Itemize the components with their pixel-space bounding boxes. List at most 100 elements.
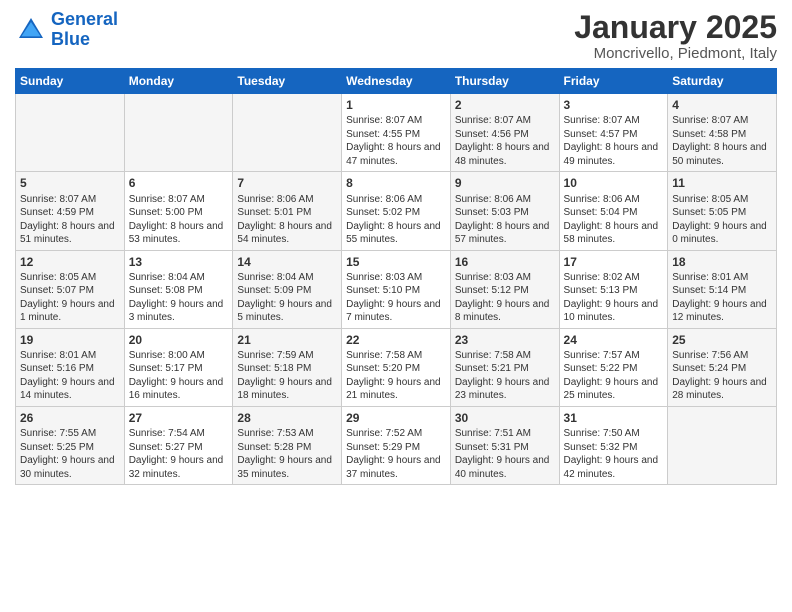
day-info: Sunrise: 8:04 AMSunset: 5:09 PMDaylight:…	[237, 271, 337, 325]
calendar-cell: 23Sunrise: 7:58 AMSunset: 5:21 PMDayligh…	[450, 328, 559, 406]
title-area: January 2025 Moncrivello, Piedmont, Ital…	[574, 10, 777, 62]
day-number: 31	[564, 410, 664, 426]
day-info: Sunrise: 8:07 AMSunset: 4:58 PMDaylight:…	[672, 114, 772, 168]
calendar-week-4: 19Sunrise: 8:01 AMSunset: 5:16 PMDayligh…	[16, 328, 777, 406]
calendar-cell: 18Sunrise: 8:01 AMSunset: 5:14 PMDayligh…	[668, 250, 777, 328]
day-number: 24	[564, 332, 664, 348]
day-number: 17	[564, 254, 664, 270]
day-info: Sunrise: 8:01 AMSunset: 5:14 PMDaylight:…	[672, 271, 772, 325]
calendar-cell: 16Sunrise: 8:03 AMSunset: 5:12 PMDayligh…	[450, 250, 559, 328]
day-number: 28	[237, 410, 337, 426]
day-number: 23	[455, 332, 555, 348]
weekday-header-monday: Monday	[124, 69, 233, 94]
calendar-cell: 2Sunrise: 8:07 AMSunset: 4:56 PMDaylight…	[450, 94, 559, 172]
calendar-week-3: 12Sunrise: 8:05 AMSunset: 5:07 PMDayligh…	[16, 250, 777, 328]
calendar-cell: 12Sunrise: 8:05 AMSunset: 5:07 PMDayligh…	[16, 250, 125, 328]
calendar-cell: 1Sunrise: 8:07 AMSunset: 4:55 PMDaylight…	[342, 94, 451, 172]
day-number: 10	[564, 175, 664, 191]
calendar-cell: 6 Sunrise: 8:07 AMSunset: 5:00 PMDaylight…	[124, 172, 233, 250]
calendar-cell: 14Sunrise: 8:04 AMSunset: 5:09 PMDayligh…	[233, 250, 342, 328]
calendar-cell: 15Sunrise: 8:03 AMSunset: 5:10 PMDayligh…	[342, 250, 451, 328]
calendar-cell: 31Sunrise: 7:50 AMSunset: 5:32 PMDayligh…	[559, 406, 668, 484]
main-title: January 2025	[574, 10, 777, 45]
day-number: 14	[237, 254, 337, 270]
day-info: Sunrise: 7:58 AMSunset: 5:21 PMDaylight:…	[455, 349, 555, 403]
day-number: 2	[455, 97, 555, 113]
logo-text: General Blue	[51, 10, 118, 50]
calendar-cell: 27Sunrise: 7:54 AMSunset: 5:27 PMDayligh…	[124, 406, 233, 484]
day-info: Sunrise: 8:02 AMSunset: 5:13 PMDaylight:…	[564, 271, 664, 325]
calendar-cell: 10Sunrise: 8:06 AMSunset: 5:04 PMDayligh…	[559, 172, 668, 250]
day-info: Sunrise: 8:07 AMSunset: 4:59 PMDaylight:…	[20, 193, 120, 247]
day-number: 9	[455, 175, 555, 191]
day-number: 30	[455, 410, 555, 426]
calendar-cell: 8 Sunrise: 8:06 AMSunset: 5:02 PMDaylight…	[342, 172, 451, 250]
day-info: Sunrise: 8:07 AMSunset: 5:00 PMDaylight:…	[129, 193, 229, 247]
day-number: 20	[129, 332, 229, 348]
logo: General Blue	[15, 10, 118, 50]
day-number: 27	[129, 410, 229, 426]
day-number: 5	[20, 175, 120, 191]
calendar-week-1: 1Sunrise: 8:07 AMSunset: 4:55 PMDaylight…	[16, 94, 777, 172]
weekday-header-saturday: Saturday	[668, 69, 777, 94]
day-number: 29	[346, 410, 446, 426]
weekday-header-row: SundayMondayTuesdayWednesdayThursdayFrid…	[16, 69, 777, 94]
day-number: 15	[346, 254, 446, 270]
day-number: 4	[672, 97, 772, 113]
day-info: Sunrise: 7:53 AMSunset: 5:28 PMDaylight:…	[237, 427, 337, 481]
weekday-header-sunday: Sunday	[16, 69, 125, 94]
calendar-cell: 19Sunrise: 8:01 AMSunset: 5:16 PMDayligh…	[16, 328, 125, 406]
calendar-cell: 30Sunrise: 7:51 AMSunset: 5:31 PMDayligh…	[450, 406, 559, 484]
day-info: Sunrise: 8:03 AMSunset: 5:12 PMDaylight:…	[455, 271, 555, 325]
weekday-header-wednesday: Wednesday	[342, 69, 451, 94]
calendar-cell	[233, 94, 342, 172]
day-info: Sunrise: 7:51 AMSunset: 5:31 PMDaylight:…	[455, 427, 555, 481]
logo-icon	[15, 14, 47, 46]
calendar-cell: 9Sunrise: 8:06 AMSunset: 5:03 PMDaylight…	[450, 172, 559, 250]
day-number: 11	[672, 175, 772, 191]
day-number: 21	[237, 332, 337, 348]
day-info: Sunrise: 8:04 AMSunset: 5:08 PMDaylight:…	[129, 271, 229, 325]
calendar-week-5: 26Sunrise: 7:55 AMSunset: 5:25 PMDayligh…	[16, 406, 777, 484]
day-number: 18	[672, 254, 772, 270]
day-number: 13	[129, 254, 229, 270]
day-number: 19	[20, 332, 120, 348]
day-number: 1	[346, 97, 446, 113]
calendar-cell: 25Sunrise: 7:56 AMSunset: 5:24 PMDayligh…	[668, 328, 777, 406]
day-number: 8	[346, 175, 446, 191]
calendar-cell: 11 Sunrise: 8:05 AMSunset: 5:05 PMDayligh…	[668, 172, 777, 250]
day-info: Sunrise: 8:06 AMSunset: 5:02 PMDaylight:…	[346, 193, 446, 247]
calendar-cell: 20Sunrise: 8:00 AMSunset: 5:17 PMDayligh…	[124, 328, 233, 406]
page-container: General Blue January 2025 Moncrivello, P…	[0, 0, 792, 490]
day-info: Sunrise: 7:57 AMSunset: 5:22 PMDaylight:…	[564, 349, 664, 403]
day-info: Sunrise: 8:07 AMSunset: 4:55 PMDaylight:…	[346, 114, 446, 168]
logo-line1: General	[51, 9, 118, 29]
calendar-cell: 5 Sunrise: 8:07 AMSunset: 4:59 PMDaylight…	[16, 172, 125, 250]
calendar: SundayMondayTuesdayWednesdayThursdayFrid…	[15, 68, 777, 485]
day-info: Sunrise: 7:55 AMSunset: 5:25 PMDaylight:…	[20, 427, 120, 481]
calendar-cell: 13Sunrise: 8:04 AMSunset: 5:08 PMDayligh…	[124, 250, 233, 328]
calendar-body: 1Sunrise: 8:07 AMSunset: 4:55 PMDaylight…	[16, 94, 777, 485]
calendar-cell: 4Sunrise: 8:07 AMSunset: 4:58 PMDaylight…	[668, 94, 777, 172]
calendar-cell	[668, 406, 777, 484]
calendar-cell: 7Sunrise: 8:06 AMSunset: 5:01 PMDaylight…	[233, 172, 342, 250]
day-number: 7	[237, 175, 337, 191]
day-info: Sunrise: 8:01 AMSunset: 5:16 PMDaylight:…	[20, 349, 120, 403]
calendar-cell	[16, 94, 125, 172]
day-info: Sunrise: 7:50 AMSunset: 5:32 PMDaylight:…	[564, 427, 664, 481]
calendar-cell: 24Sunrise: 7:57 AMSunset: 5:22 PMDayligh…	[559, 328, 668, 406]
day-number: 26	[20, 410, 120, 426]
calendar-cell: 17Sunrise: 8:02 AMSunset: 5:13 PMDayligh…	[559, 250, 668, 328]
day-info: Sunrise: 7:59 AMSunset: 5:18 PMDaylight:…	[237, 349, 337, 403]
calendar-cell: 21Sunrise: 7:59 AMSunset: 5:18 PMDayligh…	[233, 328, 342, 406]
day-info: Sunrise: 8:05 AMSunset: 5:05 PMDaylight:…	[672, 193, 772, 247]
weekday-header-tuesday: Tuesday	[233, 69, 342, 94]
day-info: Sunrise: 8:07 AMSunset: 4:57 PMDaylight:…	[564, 114, 664, 168]
day-info: Sunrise: 7:52 AMSunset: 5:29 PMDaylight:…	[346, 427, 446, 481]
calendar-cell: 22Sunrise: 7:58 AMSunset: 5:20 PMDayligh…	[342, 328, 451, 406]
day-info: Sunrise: 8:03 AMSunset: 5:10 PMDaylight:…	[346, 271, 446, 325]
header: General Blue January 2025 Moncrivello, P…	[15, 10, 777, 62]
weekday-header-thursday: Thursday	[450, 69, 559, 94]
day-info: Sunrise: 8:00 AMSunset: 5:17 PMDaylight:…	[129, 349, 229, 403]
day-number: 6	[129, 175, 229, 191]
